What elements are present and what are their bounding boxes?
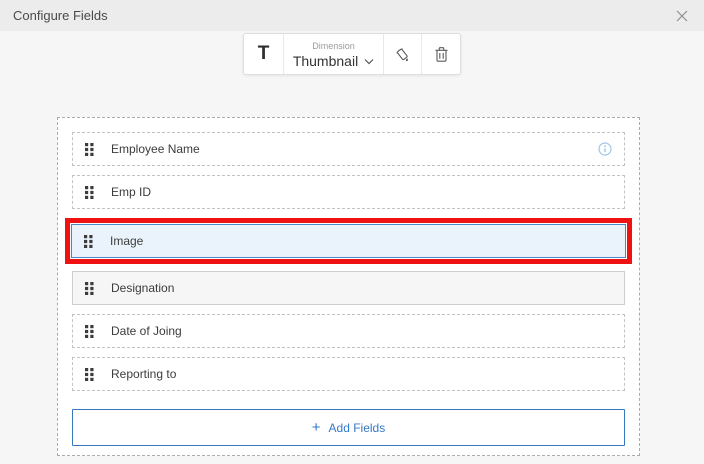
add-fields-label: Add Fields xyxy=(329,421,386,435)
field-toolbar: T Dimension Thumbnail xyxy=(243,33,461,75)
field-row-reporting-to[interactable]: Reporting to xyxy=(72,357,625,391)
close-icon xyxy=(676,10,688,22)
field-label: Date of Joing xyxy=(111,324,182,338)
dialog-header: Configure Fields xyxy=(0,0,704,31)
dimension-value: Thumbnail xyxy=(293,53,358,69)
field-label: Designation xyxy=(111,281,174,295)
fields-drop-zone: Employee Name Emp ID xyxy=(57,117,640,456)
close-button[interactable] xyxy=(673,7,691,25)
drag-handle-icon[interactable] xyxy=(85,282,94,295)
fill-color-icon xyxy=(394,46,411,63)
highlight-box: Image xyxy=(65,218,632,264)
field-row-employee-name[interactable]: Employee Name xyxy=(72,132,625,166)
delete-field-button[interactable] xyxy=(422,34,460,74)
info-icon[interactable] xyxy=(598,142,612,156)
trash-icon xyxy=(434,46,449,63)
field-label: Employee Name xyxy=(111,142,200,156)
dimension-label: Dimension xyxy=(312,41,355,51)
dimension-dropdown[interactable]: Dimension Thumbnail xyxy=(284,34,384,74)
add-fields-button[interactable]: + Add Fields xyxy=(72,409,625,446)
drag-handle-icon[interactable] xyxy=(84,235,93,248)
field-label: Reporting to xyxy=(111,367,176,381)
field-label: Emp ID xyxy=(111,185,151,199)
field-label: Image xyxy=(110,234,143,248)
fill-color-button[interactable] xyxy=(384,34,422,74)
plus-icon: + xyxy=(312,420,321,435)
field-row-image[interactable]: Image xyxy=(71,224,626,258)
field-row-date-of-joing[interactable]: Date of Joing xyxy=(72,314,625,348)
drag-handle-icon[interactable] xyxy=(85,186,94,199)
drag-handle-icon[interactable] xyxy=(85,143,94,156)
field-row-designation[interactable]: Designation xyxy=(72,271,625,305)
chevron-down-icon xyxy=(364,58,374,65)
text-format-button[interactable]: T xyxy=(244,34,284,74)
page-title: Configure Fields xyxy=(13,8,108,23)
drag-handle-icon[interactable] xyxy=(85,368,94,381)
field-row-emp-id[interactable]: Emp ID xyxy=(72,175,625,209)
drag-handle-icon[interactable] xyxy=(85,325,94,338)
